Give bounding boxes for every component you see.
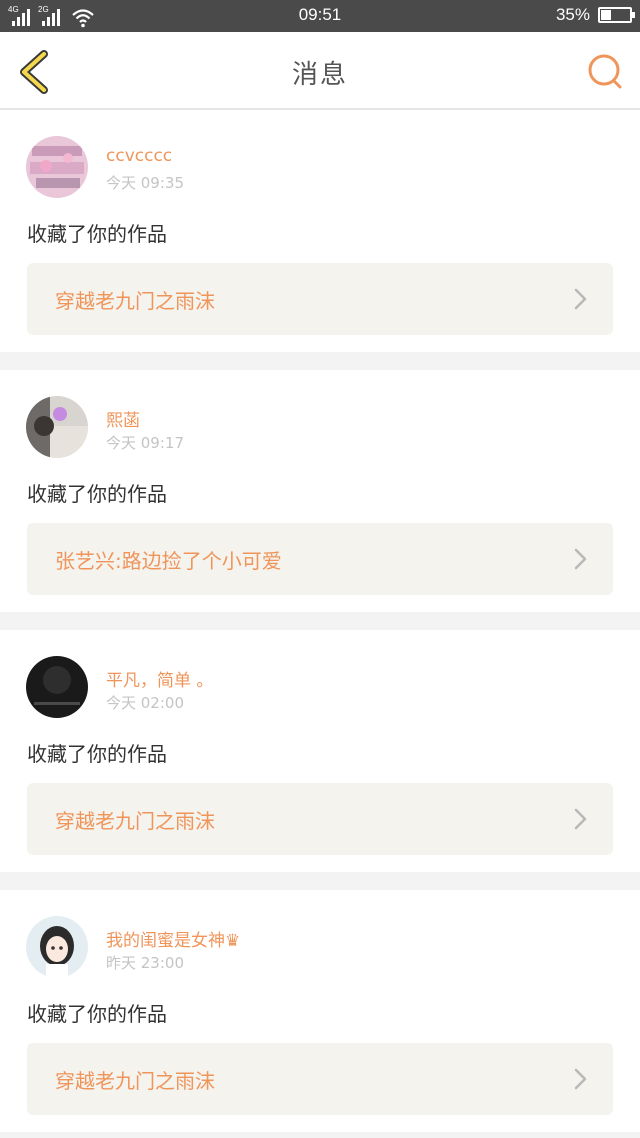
work-link[interactable]: 穿越老九门之雨沫: [27, 1043, 613, 1115]
username[interactable]: ccvcccc: [106, 146, 172, 166]
battery-percent: 35%: [555, 5, 590, 24]
work-title: 张艺兴:路边捡了个小可爱: [55, 549, 282, 573]
work-title: 穿越老九门之雨沫: [55, 1069, 215, 1093]
username[interactable]: 我的闺蜜是女神♛: [106, 926, 240, 951]
avatar[interactable]: [26, 136, 88, 198]
message-text: 收藏了你的作品: [27, 222, 167, 246]
avatar[interactable]: [26, 656, 88, 718]
work-link[interactable]: 穿越老九门之雨沫: [27, 263, 613, 335]
battery-icon: [598, 7, 635, 23]
message-card: 平凡，简单 。 今天 02:00 收藏了你的作品 穿越老九门之雨沫: [0, 630, 640, 872]
page-title: 消息: [291, 60, 348, 90]
avatar[interactable]: [26, 916, 88, 978]
timestamp: 昨天 23:00: [106, 954, 184, 972]
message-card: ccvcccc 今天 09:35 收藏了你的作品 穿越老九门之雨沫: [0, 110, 640, 352]
work-title: 穿越老九门之雨沫: [55, 289, 215, 313]
chevron-right-icon: [574, 548, 587, 570]
message-text: 收藏了你的作品: [27, 482, 167, 506]
clock: 09:51: [298, 5, 342, 24]
timestamp: 今天 02:00: [106, 694, 184, 712]
battery-status: 35%: [555, 5, 635, 25]
timestamp: 今天 09:17: [106, 434, 184, 452]
chevron-right-icon: [574, 1068, 587, 1090]
username[interactable]: 平凡，简单 。: [106, 666, 213, 691]
chevron-right-icon: [574, 288, 587, 310]
work-link[interactable]: 穿越老九门之雨沫: [27, 783, 613, 855]
status-bar: 4G 2G 09:51 35%: [0, 0, 640, 32]
message-text: 收藏了你的作品: [27, 742, 167, 766]
message-text: 收藏了你的作品: [27, 1002, 167, 1026]
message-list: ccvcccc 今天 09:35 收藏了你的作品 穿越老九门之雨沫 熙菡 今天 …: [0, 110, 640, 1138]
search-icon[interactable]: [586, 52, 626, 92]
top-bar: 消息: [0, 32, 640, 110]
work-link[interactable]: 张艺兴:路边捡了个小可爱: [27, 523, 613, 595]
avatar[interactable]: [26, 396, 88, 458]
work-title: 穿越老九门之雨沫: [55, 809, 215, 833]
timestamp: 今天 09:35: [106, 174, 184, 192]
message-card: 我的闺蜜是女神♛ 昨天 23:00 收藏了你的作品 穿越老九门之雨沫: [0, 890, 640, 1132]
chevron-right-icon: [574, 808, 587, 830]
username[interactable]: 熙菡: [106, 406, 140, 431]
message-card: 熙菡 今天 09:17 收藏了你的作品 张艺兴:路边捡了个小可爱: [0, 370, 640, 612]
